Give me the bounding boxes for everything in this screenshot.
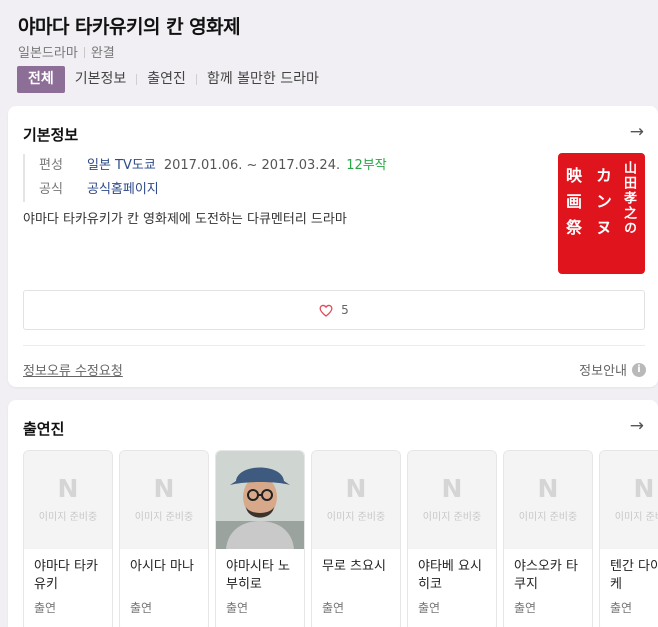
tab-cast[interactable]: 출연진 bbox=[137, 66, 196, 93]
placeholder-text: 이미지 준비중 bbox=[326, 512, 386, 523]
cast-title[interactable]: 출연진 bbox=[23, 418, 64, 439]
info-guide-label: 정보안내 bbox=[579, 364, 627, 379]
cast-member-card[interactable]: N 이미지 준비중아시다 마나출연 bbox=[119, 450, 209, 627]
poster-text-line: 映画祭 bbox=[563, 167, 582, 245]
person-photo-icon bbox=[216, 451, 304, 549]
placeholder-text: 이미지 준비중 bbox=[134, 512, 194, 523]
cast-member-card[interactable]: N 이미지 준비중야마다 타카유키출연 bbox=[23, 450, 113, 627]
broadcast-row: 편성 일본 TV도쿄 2017.01.06. ~ 2017.03.24. 12부작 bbox=[39, 154, 387, 178]
poster-text-line: カンヌ bbox=[593, 167, 612, 245]
basic-info-title[interactable]: 기본정보 bbox=[23, 124, 78, 145]
cast-member-card[interactable]: N 이미지 준비중야스오카 타쿠지출연 bbox=[503, 450, 593, 627]
info-table: 편성 일본 TV도쿄 2017.01.06. ~ 2017.03.24. 12부작 … bbox=[23, 154, 387, 202]
report-error-link[interactable]: 정보오류 수정요청 bbox=[23, 360, 123, 379]
cast-card: 출연진 → N 이미지 준비중야마다 타카유키출연 N 이미지 준비중아시다 마나출연… bbox=[8, 400, 658, 627]
cast-member-card[interactable]: N 이미지 준비중야타베 요시히코출연 bbox=[407, 450, 497, 627]
cast-role: 출연 bbox=[322, 601, 345, 615]
placeholder-logo-icon: N bbox=[633, 474, 655, 503]
image-placeholder: N 이미지 준비중 bbox=[24, 451, 112, 549]
drama-meta: 일본드라마 완결 bbox=[18, 42, 115, 61]
official-row: 공식 공식홈페이지 bbox=[39, 178, 387, 202]
meta-divider bbox=[83, 47, 85, 58]
drama-poster[interactable]: 山田孝之の カンヌ 映画祭 bbox=[558, 153, 645, 274]
cast-name: 야마시타 노부히로 bbox=[226, 559, 290, 592]
placeholder-logo-icon: N bbox=[537, 474, 559, 503]
cast-role: 출연 bbox=[34, 601, 57, 615]
cast-name: 아시다 마나 bbox=[130, 559, 194, 574]
placeholder-logo-icon: N bbox=[57, 474, 79, 503]
arrow-right-icon[interactable]: → bbox=[630, 416, 644, 436]
image-placeholder: N 이미지 준비중 bbox=[504, 451, 592, 549]
tab-basic-info[interactable]: 기본정보 bbox=[65, 66, 137, 93]
official-site-link[interactable]: 공식홈페이지 bbox=[87, 182, 159, 197]
placeholder-logo-icon: N bbox=[441, 474, 463, 503]
cast-photo bbox=[216, 451, 304, 549]
placeholder-text: 이미지 준비중 bbox=[38, 512, 98, 523]
image-placeholder: N 이미지 준비중 bbox=[600, 451, 658, 549]
placeholder-text: 이미지 준비중 bbox=[518, 512, 578, 523]
image-placeholder: N 이미지 준비중 bbox=[408, 451, 496, 549]
image-placeholder: N 이미지 준비중 bbox=[120, 451, 208, 549]
air-dates: 2017.01.06. ~ 2017.03.24. bbox=[163, 158, 341, 173]
broadcaster-link[interactable]: 일본 TV도쿄 bbox=[87, 158, 156, 173]
genre-label: 일본드라마 bbox=[18, 46, 78, 61]
cast-role: 출연 bbox=[514, 601, 537, 615]
image-placeholder: N 이미지 준비중 bbox=[312, 451, 400, 549]
cast-name: 무로 츠요시 bbox=[322, 559, 386, 574]
cast-name: 야마다 타카유키 bbox=[34, 559, 98, 592]
cast-name: 텐간 다이스케 bbox=[610, 559, 658, 592]
official-label: 공식 bbox=[39, 182, 63, 197]
placeholder-logo-icon: N bbox=[345, 474, 367, 503]
basic-info-card: 기본정보 → 편성 일본 TV도쿄 2017.01.06. ~ 2017.03.24… bbox=[8, 106, 658, 387]
cast-member-card[interactable]: 야마시타 노부히로출연 bbox=[215, 450, 305, 627]
section-divider bbox=[23, 345, 645, 346]
placeholder-text: 이미지 준비중 bbox=[614, 512, 658, 523]
tab-all[interactable]: 전체 bbox=[17, 66, 65, 93]
cast-role: 출연 bbox=[226, 601, 249, 615]
placeholder-logo-icon: N bbox=[153, 474, 175, 503]
cast-member-card[interactable]: N 이미지 준비중텐간 다이스케출연 bbox=[599, 450, 658, 627]
cast-role: 출연 bbox=[418, 601, 441, 615]
tab-bar: 전체 기본정보 출연진 함께 볼만한 드라마 bbox=[17, 66, 329, 93]
episode-count: 12부작 bbox=[346, 158, 387, 173]
tab-recommended[interactable]: 함께 볼만한 드라마 bbox=[197, 66, 329, 93]
info-icon: i bbox=[632, 362, 646, 377]
cast-role: 출연 bbox=[610, 601, 633, 615]
drama-description: 야마다 타카유키가 칸 영화제에 도전하는 다큐멘터리 드라마 bbox=[23, 212, 347, 227]
placeholder-text: 이미지 준비중 bbox=[422, 512, 482, 523]
page-title: 야마다 타카유키의 칸 영화제 bbox=[18, 16, 241, 38]
cast-name: 야타베 요시히코 bbox=[418, 559, 482, 592]
cast-name: 야스오카 타쿠지 bbox=[514, 559, 578, 592]
poster-text-line: 山田孝之の bbox=[621, 161, 636, 236]
cast-role: 출연 bbox=[130, 601, 153, 615]
arrow-right-icon[interactable]: → bbox=[630, 122, 644, 142]
cast-member-card[interactable]: N 이미지 준비중무로 츠요시출연 bbox=[311, 450, 401, 627]
status-label: 완결 bbox=[90, 46, 115, 61]
like-count: 5 bbox=[341, 303, 349, 317]
heart-icon bbox=[319, 304, 333, 317]
info-guide[interactable]: 정보안내 i bbox=[579, 360, 646, 379]
like-button[interactable]: 5 bbox=[23, 290, 645, 330]
drama-header: 야마다 타카유키의 칸 영화제 일본드라마 완결 전체 기본정보 출연진 함께 볼… bbox=[0, 0, 658, 106]
cast-list: N 이미지 준비중 야마다 타카유키 출연 N 이미지 준비중 아시다 마나 출연 야마시타 노… bbox=[23, 450, 658, 627]
broadcast-label: 편성 bbox=[39, 158, 63, 173]
